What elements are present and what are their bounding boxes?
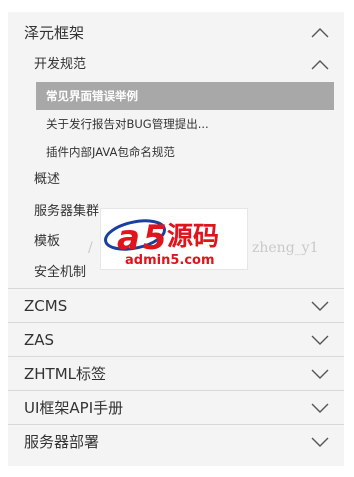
- watermark-text-right: zheng_y1: [252, 240, 319, 256]
- nav-item-label: 服务器集群: [34, 204, 100, 219]
- section-zcms[interactable]: ZCMS: [8, 288, 344, 322]
- nav-leaf-common-ui-errors[interactable]: 常见界面错误举例: [36, 82, 334, 110]
- logo-digit: 5: [143, 218, 167, 258]
- chevron-up-icon[interactable]: [311, 60, 329, 70]
- nav-leaf-java-package-naming[interactable]: 插件内部JAVA包命名规范: [36, 138, 334, 166]
- section-ui-api-manual[interactable]: UI框架API手册: [8, 390, 344, 424]
- section-label: ZHTML标签: [24, 365, 107, 383]
- nav-item-label: 安全机制: [34, 265, 87, 280]
- nav-leaf-bug-report[interactable]: 关于发行报告对BUG管理提出...: [36, 110, 334, 138]
- section-zhtml-tags[interactable]: ZHTML标签: [8, 356, 344, 390]
- section-label: UI框架API手册: [24, 399, 124, 417]
- section-label: 服务器部署: [24, 433, 100, 451]
- section-zas[interactable]: ZAS: [8, 322, 344, 356]
- nav-item-label: 模板: [34, 234, 61, 249]
- chevron-down-icon[interactable]: [311, 369, 329, 379]
- watermark-logo: a 5 源码 admin5.com: [100, 208, 248, 270]
- nav-leaf-label: 插件内部JAVA包命名规范: [46, 145, 175, 159]
- chevron-up-icon[interactable]: [311, 28, 329, 38]
- chevron-down-icon[interactable]: [311, 437, 329, 447]
- section-label: ZAS: [24, 331, 55, 349]
- subgroup-label: 开发规范: [34, 57, 87, 72]
- a5-logo-graphic: a 5 源码 admin5.com: [104, 218, 219, 268]
- logo-url: admin5.com: [125, 253, 215, 268]
- chevron-down-icon[interactable]: [311, 301, 329, 311]
- chevron-down-icon[interactable]: [311, 335, 329, 345]
- section-server-deploy[interactable]: 服务器部署: [8, 424, 344, 458]
- logo-letter: a: [117, 218, 140, 258]
- watermark-text-left: /: [88, 240, 93, 256]
- nav-leaf-label: 关于发行报告对BUG管理提出...: [46, 117, 209, 131]
- nav-leaf-label: 常见界面错误举例: [46, 89, 138, 103]
- nav-item-label: 概述: [34, 172, 61, 187]
- nav-item-overview[interactable]: 概述: [8, 164, 344, 196]
- section-label: 泽元框架: [24, 24, 85, 42]
- section-label: ZCMS: [24, 297, 68, 315]
- section-framework[interactable]: 泽元框架: [8, 16, 344, 50]
- logo-cn: 源码: [167, 222, 219, 252]
- subgroup-dev-standards[interactable]: 开发规范: [8, 50, 344, 80]
- chevron-down-icon[interactable]: [311, 403, 329, 413]
